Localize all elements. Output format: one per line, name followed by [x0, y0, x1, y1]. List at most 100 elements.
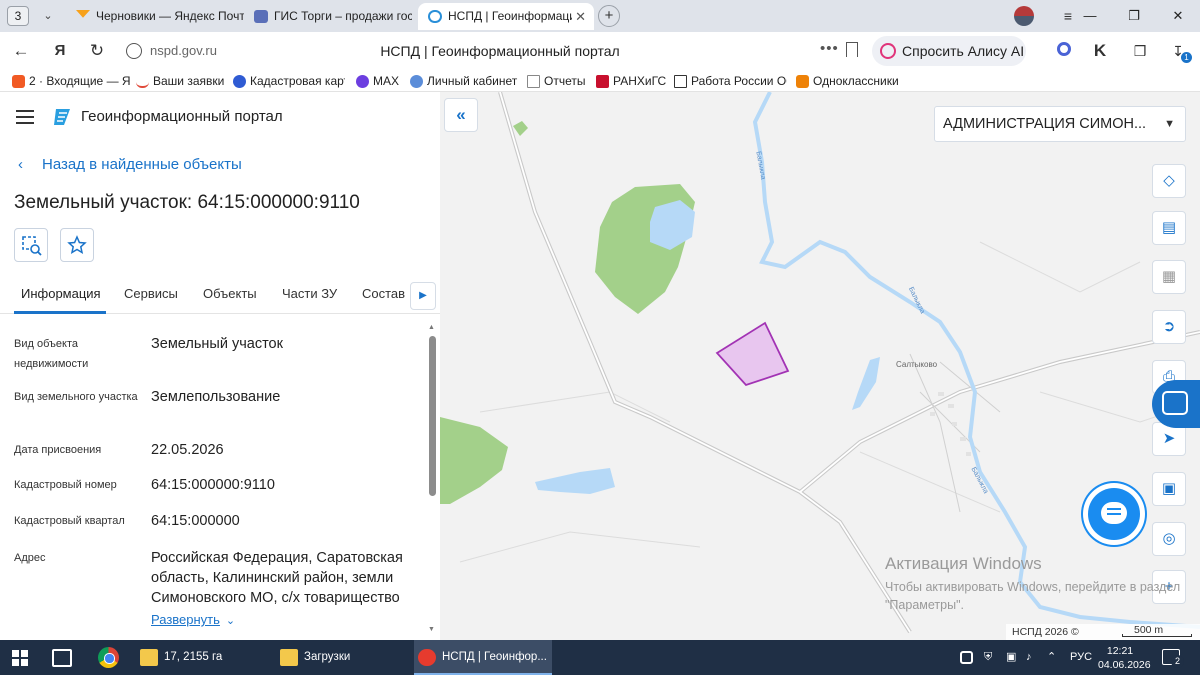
favorite-button[interactable] — [60, 228, 94, 262]
feedback-widget-button[interactable] — [1152, 380, 1200, 428]
system-clock[interactable]: 12:21 04.06.2026 — [1098, 644, 1151, 672]
reload-icon[interactable]: ↻ — [86, 40, 108, 62]
taskbar-yandex-browser[interactable]: НСПД | Геоинфор... — [414, 640, 552, 675]
lake — [852, 357, 880, 410]
lake — [535, 468, 615, 494]
volume-icon[interactable]: ♪ — [1026, 640, 1032, 675]
taskbar-folder-17[interactable]: 17, 2155 га — [136, 640, 272, 675]
map-canvas[interactable] — [440, 92, 1200, 640]
swoosh-icon — [136, 75, 149, 88]
selected-parcel[interactable] — [715, 321, 790, 387]
close-window-icon[interactable]: ✕ — [1156, 0, 1200, 32]
bookmark-rabota[interactable]: Работа России Об — [674, 73, 787, 90]
yandex-logo-icon[interactable]: Я — [49, 40, 71, 62]
network-icon[interactable]: ▣ — [1006, 640, 1016, 675]
bookmark-odnoklassniki[interactable]: Одноклассники — [796, 73, 899, 90]
yandex-browser-icon — [418, 649, 436, 666]
ruler-button[interactable]: ▤ — [1152, 211, 1186, 245]
tabs-scroll-right-button[interactable]: ▶ — [410, 282, 436, 310]
tab-gis-torgi[interactable]: ГИС Торги – продажи государственного — [244, 3, 412, 30]
taskbar-downloads[interactable]: Загрузки — [276, 640, 410, 675]
collapse-panel-button[interactable]: « — [444, 98, 478, 132]
bookmark-reports[interactable]: Отчеты — [527, 73, 585, 90]
tab-list-chevron-icon[interactable]: ⌄ — [38, 6, 58, 26]
property-address: Адрес Российская Федерация, Саратовская … — [14, 548, 424, 608]
share-icon: ➲ — [1162, 318, 1176, 335]
windows-taskbar: 17, 2155 га Загрузки НСПД | Геоинфор... … — [0, 640, 1200, 675]
tray-app-icon[interactable] — [960, 640, 973, 675]
bookmark-requests[interactable]: Ваши заявки — [136, 73, 224, 90]
alice-label: Спросить Алису AI — [902, 43, 1025, 59]
tab-yandex-mail[interactable]: Черновики — Яндекс Почта — [66, 3, 244, 30]
portal-name: Геоинформационный портал — [81, 108, 283, 125]
bookmark-ranepa[interactable]: РАНХиГС — [596, 73, 666, 90]
cadastre-icon — [233, 75, 246, 88]
tab-count-button[interactable]: 3 — [7, 6, 29, 26]
extensions-icon[interactable]: ❒ — [1130, 41, 1150, 61]
bookmark-account[interactable]: Личный кабинет — [410, 73, 517, 90]
expand-address-link[interactable]: Развернуть ⌄ — [151, 612, 235, 627]
scroll-down-icon[interactable]: ▼ — [428, 626, 435, 633]
close-tab-icon[interactable]: ✕ — [575, 3, 586, 30]
area-search-button[interactable]: ▦ — [1152, 260, 1186, 294]
minimap-button[interactable]: ▣ — [1152, 472, 1186, 506]
back-arrow-icon[interactable]: ← — [10, 40, 32, 62]
extension-k-icon[interactable]: K — [1090, 41, 1110, 61]
task-view-icon[interactable] — [52, 649, 72, 667]
settlement-label: Салтыково — [896, 360, 938, 369]
nspd-logo-icon — [428, 10, 442, 23]
zoom-to-object-button[interactable] — [14, 228, 48, 262]
extension-shield-icon[interactable] — [1054, 41, 1074, 61]
back-to-results-link[interactable]: ‹ Назад в найденные объекты — [18, 156, 242, 173]
window-controls: — ❐ ✕ — [1068, 0, 1200, 32]
tab-composition[interactable]: Состав — [362, 286, 405, 301]
restore-icon[interactable]: ❐ — [1112, 0, 1156, 32]
layers-button[interactable]: ◇ — [1152, 164, 1186, 198]
minimize-icon[interactable]: — — [1068, 0, 1112, 32]
site-info-icon[interactable] — [126, 43, 142, 59]
folder-icon — [140, 649, 158, 666]
notifications-icon[interactable]: 2 — [1162, 649, 1184, 668]
property-label: Вид земельного участка — [14, 391, 138, 403]
tab-information[interactable]: Информация — [21, 286, 101, 301]
lake — [650, 200, 695, 250]
scroll-thumb[interactable] — [429, 336, 436, 496]
downloads-badge: 1 — [1181, 52, 1192, 63]
menu-icon[interactable] — [16, 110, 34, 124]
bookmarks-bar: 2 · Входящие — Я Ваши заявки Кадастровая… — [0, 70, 1200, 92]
tab-objects[interactable]: Объекты — [203, 286, 257, 301]
bookmark-max[interactable]: MAX — [356, 73, 399, 90]
bookmark-icon[interactable] — [846, 42, 858, 57]
navigation-arrow-icon: ➤ — [1162, 430, 1176, 447]
share-button[interactable]: ➲ — [1152, 310, 1186, 344]
property-label: Дата присвоения — [14, 444, 102, 456]
scroll-up-icon[interactable]: ▲ — [428, 324, 435, 331]
address-bar[interactable]: nspd.gov.ru НСПД | Геоинформационный пор… — [120, 36, 868, 66]
language-indicator[interactable]: РУС — [1070, 640, 1092, 675]
windows-activation-text: Чтобы активировать Windows, перейдите в … — [885, 580, 1181, 612]
caret-down-icon: ▼ — [1164, 118, 1175, 130]
tray-chevron-icon[interactable]: ⌃ — [1047, 640, 1056, 675]
tab-nspd[interactable]: НСПД | Геоинформационный портал ✕ — [418, 3, 594, 30]
new-tab-button[interactable]: + — [598, 5, 620, 27]
bookmark-cadastral-map[interactable]: Кадастровая карт — [233, 73, 345, 90]
geolocation-button[interactable]: ◎ — [1152, 522, 1186, 556]
bookmark-mail[interactable]: 2 · Входящие — Я — [12, 73, 131, 90]
windows-start-icon[interactable] — [12, 650, 28, 666]
profile-avatar[interactable] — [1014, 6, 1034, 26]
panel-scrollbar[interactable]: ▲ ▼ — [428, 324, 436, 638]
chrome-icon[interactable] — [98, 647, 119, 668]
map-view[interactable]: Балыкла Балыкла Балыкла Салтыково « АДМИ… — [440, 92, 1200, 640]
property-label: Кадастровый квартал — [14, 515, 125, 527]
clock-date: 04.06.2026 — [1098, 659, 1151, 671]
downloads-icon[interactable]: ↧ 1 — [1168, 41, 1192, 63]
ask-alice-button[interactable]: Спросить Алису AI — [872, 36, 1026, 66]
more-icon[interactable]: ••• — [820, 40, 839, 57]
tab-services[interactable]: Сервисы — [124, 286, 178, 301]
page-title: Земельный участок: 64:15:000000:9110 — [14, 192, 360, 213]
administration-select[interactable]: АДМИНИСТРАЦИЯ СИМОН... ▼ — [934, 106, 1186, 142]
defender-icon[interactable]: ⛨ — [984, 640, 992, 675]
tab-parts[interactable]: Части ЗУ — [282, 286, 337, 301]
chat-support-button[interactable] — [1088, 488, 1140, 540]
max-icon — [356, 75, 369, 88]
